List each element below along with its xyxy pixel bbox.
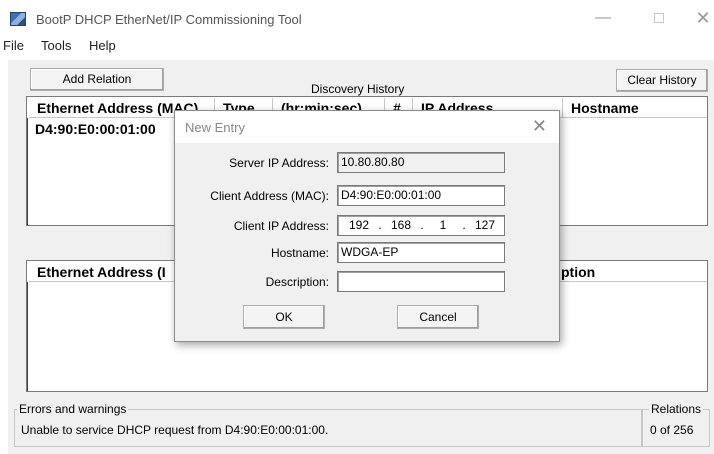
close-icon[interactable]: ✕ <box>688 8 714 28</box>
table-row[interactable]: D4:90:E0:00:01:00 <box>35 121 156 137</box>
client-mac-field[interactable]: D4:90:E0:00:01:00 <box>337 185 505 206</box>
relations-group: Relations 0 of 256 <box>642 402 710 447</box>
server-ip-label: Server IP Address: <box>229 156 329 170</box>
description-field[interactable] <box>337 271 505 292</box>
client-ip-field[interactable]: 192 . 168 . 1 . 127 <box>337 215 505 236</box>
column-header-description[interactable]: ption <box>547 262 707 282</box>
cancel-button-label: Cancel <box>419 310 457 324</box>
maximize-icon[interactable] <box>644 8 674 28</box>
column-header-hostname[interactable]: Hostname <box>563 98 707 118</box>
dialog-title: New Entry <box>185 120 245 135</box>
menu-help[interactable]: Help <box>89 38 116 53</box>
menu-tools[interactable]: Tools <box>41 38 71 53</box>
window-title: BootP DHCP EtherNet/IP Commissioning Too… <box>36 12 302 27</box>
client-ip-label: Client IP Address: <box>233 219 329 233</box>
ip-dot: . <box>378 218 382 232</box>
errors-group-label: Errors and warnings <box>17 402 129 416</box>
ip-octet-4[interactable]: 127 <box>468 216 502 235</box>
ip-octet-1[interactable]: 192 <box>342 216 376 235</box>
menu-bar: File Tools Help <box>0 38 714 56</box>
clear-history-label: Clear History <box>627 73 697 87</box>
client-mac-label: Client Address (MAC): <box>210 189 329 203</box>
hostname-label: Hostname: <box>270 246 329 260</box>
cancel-button[interactable]: Cancel <box>397 305 479 329</box>
ip-octet-3[interactable]: 1 <box>426 216 460 235</box>
server-ip-field: 10.80.80.80 <box>337 152 505 173</box>
ok-button[interactable]: OK <box>243 305 325 329</box>
discovery-history-label: Discovery History <box>311 82 405 96</box>
ip-octet-2[interactable]: 168 <box>384 216 418 235</box>
title-bar: BootP DHCP EtherNet/IP Commissioning Too… <box>0 0 714 34</box>
description-label: Description: <box>265 275 329 289</box>
ip-dot: . <box>462 218 466 232</box>
clear-history-button[interactable]: Clear History <box>616 69 708 92</box>
relations-group-label: Relations <box>649 402 704 416</box>
error-message: Unable to service DHCP request from D4:9… <box>21 423 329 437</box>
minimize-icon[interactable]: — <box>588 8 618 28</box>
menu-file[interactable]: File <box>3 38 24 53</box>
ok-button-label: OK <box>275 310 293 324</box>
ip-dot: . <box>420 218 424 232</box>
dialog-title-bar: New Entry ✕ <box>175 111 559 143</box>
new-entry-dialog: New Entry ✕ Server IP Address: 10.80.80.… <box>174 110 560 342</box>
hostname-field[interactable]: WDGA-EP <box>337 242 505 263</box>
add-relation-button[interactable]: Add Relation <box>30 68 164 91</box>
errors-group: Errors and warnings Unable to service DH… <box>14 402 642 447</box>
add-relation-label: Add Relation <box>62 72 132 86</box>
relations-count: 0 of 256 <box>650 423 694 437</box>
dialog-close-icon[interactable]: ✕ <box>532 116 547 137</box>
bootp-app-icon <box>10 12 26 26</box>
